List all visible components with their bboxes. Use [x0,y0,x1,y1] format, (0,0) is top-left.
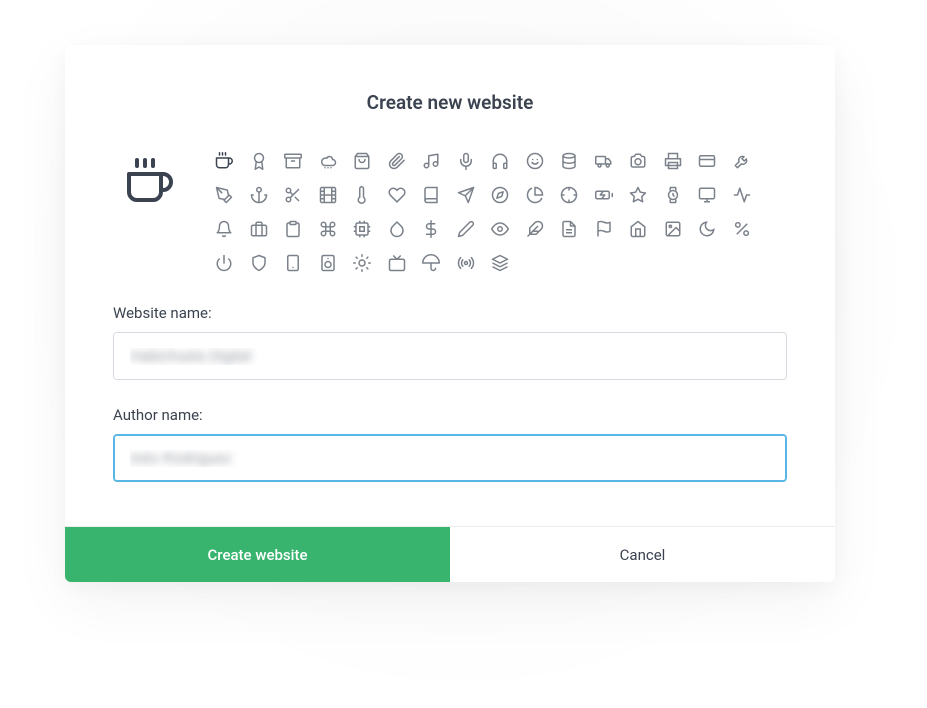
database-icon[interactable] [558,150,580,172]
moon-icon[interactable] [696,218,718,240]
website-name-input[interactable] [113,332,787,380]
cloud-snow-icon[interactable] [317,150,339,172]
create-website-button[interactable]: Create website [65,527,450,582]
dialog-actions: Create website Cancel [65,526,835,582]
battery-charging-icon[interactable] [593,184,615,206]
pen-nib-icon[interactable] [213,184,235,206]
heart-icon[interactable] [386,184,408,206]
author-name-label: Author name: [113,406,787,424]
briefcase-icon[interactable] [248,218,270,240]
headphones-icon[interactable] [489,150,511,172]
pie-chart-icon[interactable] [524,184,546,206]
anchor-icon[interactable] [248,184,270,206]
author-name-row: Author name: [113,406,787,482]
cpu-icon[interactable] [351,218,373,240]
shield-icon[interactable] [248,252,270,274]
music-icon[interactable] [420,150,442,172]
edit-icon[interactable] [455,218,477,240]
activity-icon[interactable] [731,184,753,206]
command-icon[interactable] [317,218,339,240]
icon-grid [213,150,787,274]
selected-icon-preview [121,154,177,210]
paperclip-icon[interactable] [386,150,408,172]
compass-icon[interactable] [489,184,511,206]
power-icon[interactable] [213,252,235,274]
watch-icon[interactable] [662,184,684,206]
sun-icon[interactable] [351,252,373,274]
shopping-bag-icon[interactable] [351,150,373,172]
clipboard-icon[interactable] [282,218,304,240]
book-icon[interactable] [420,184,442,206]
crosshair-icon[interactable] [558,184,580,206]
credit-card-icon[interactable] [696,150,718,172]
dollar-icon[interactable] [420,218,442,240]
archive-icon[interactable] [282,150,304,172]
coffee-icon[interactable] [213,150,235,172]
tv-icon[interactable] [386,252,408,274]
film-icon[interactable] [317,184,339,206]
home-icon[interactable] [627,218,649,240]
star-icon[interactable] [627,184,649,206]
eye-icon[interactable] [489,218,511,240]
camera-icon[interactable] [627,150,649,172]
create-website-dialog: Create new website Website name: Author … [65,45,835,582]
website-name-row: Website name: [113,304,787,380]
mic-icon[interactable] [455,150,477,172]
smartphone-icon[interactable] [282,252,304,274]
layers-icon[interactable] [489,252,511,274]
printer-icon[interactable] [662,150,684,172]
send-icon[interactable] [455,184,477,206]
droplet-icon[interactable] [386,218,408,240]
image-icon[interactable] [662,218,684,240]
monitor-icon[interactable] [696,184,718,206]
radio-icon[interactable] [455,252,477,274]
smile-icon[interactable] [524,150,546,172]
icon-picker [113,150,787,274]
dialog-body: Create new website Website name: Author … [65,45,835,526]
thermometer-icon[interactable] [351,184,373,206]
umbrella-icon[interactable] [420,252,442,274]
truck-icon[interactable] [593,150,615,172]
website-name-label: Website name: [113,304,787,322]
scissors-icon[interactable] [282,184,304,206]
wrench-icon[interactable] [731,150,753,172]
feather-icon[interactable] [524,218,546,240]
dialog-title: Create new website [113,91,787,114]
percent-icon[interactable] [731,218,753,240]
speaker-icon[interactable] [317,252,339,274]
author-name-input[interactable] [113,434,787,482]
file-text-icon[interactable] [558,218,580,240]
flag-icon[interactable] [593,218,615,240]
cancel-button[interactable]: Cancel [450,527,835,582]
bell-icon[interactable] [213,218,235,240]
award-icon[interactable] [248,150,270,172]
